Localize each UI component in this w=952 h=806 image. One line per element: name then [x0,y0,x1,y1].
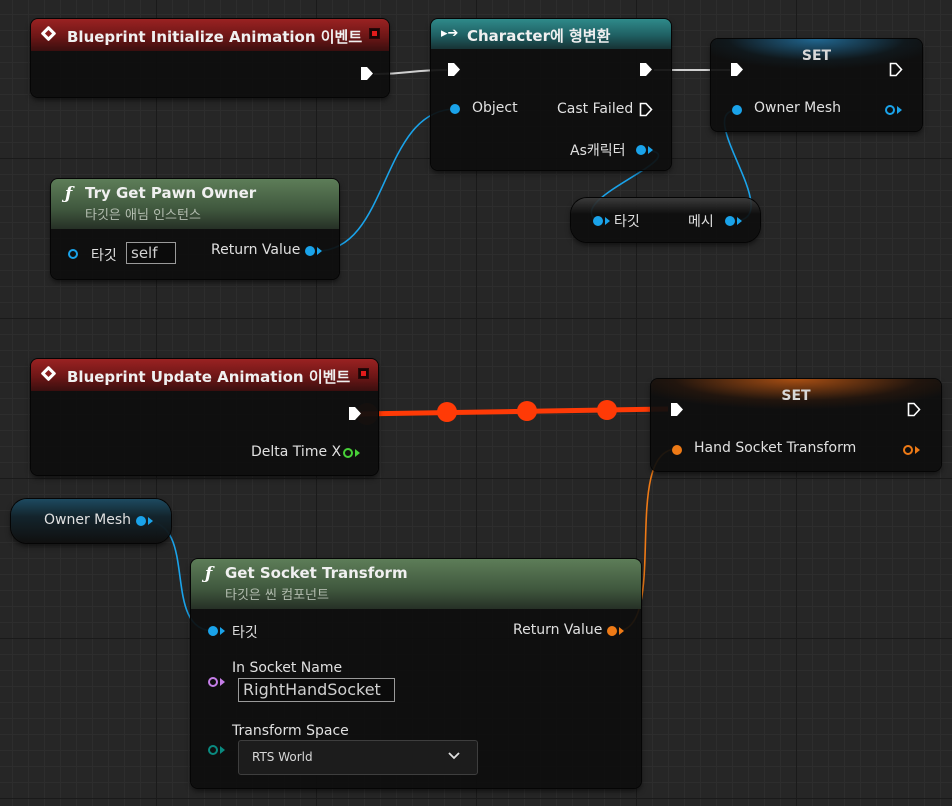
exec-pin-out[interactable] [348,406,362,421]
socket-name-label: In Socket Name [232,660,343,676]
exec-pulse [437,402,457,422]
exec-pin-out[interactable] [889,62,903,77]
transform-space-pin[interactable] [208,745,218,755]
try-get-pawn-owner-node[interactable]: ƒ Try Get Pawn Owner 타깃은 애님 인스턴스 타깃 self… [51,179,339,279]
pin-arrow [317,247,322,255]
target-label: 타깃 [91,248,117,264]
exec-pin-in[interactable] [670,402,684,417]
transform-space-dropdown[interactable]: RTS World [238,740,478,775]
mesh-target-pin[interactable] [593,216,603,226]
owner-mesh-getter-pin[interactable] [136,516,146,526]
exec-pin-out[interactable] [360,66,374,81]
mesh-output-label: 메시 [688,214,714,230]
pin-arrow [220,746,225,754]
pin-arrow [220,627,225,635]
pin-arrow [897,106,902,114]
event-diamond-icon [40,365,57,382]
update-event-header[interactable]: Blueprint Update Animation 이벤트 [31,359,378,391]
set-header[interactable]: SET [651,379,941,413]
pin-arrow [605,217,610,225]
breakpoint-icon[interactable] [369,28,380,39]
init-event-header[interactable]: Blueprint Initialize Animation 이벤트 [31,19,389,51]
get-mesh-sheen [571,198,760,214]
get-socket-transform-node[interactable]: ƒ Get Socket Transform 타깃은 씬 컴포넌트 타깃 Ret… [191,559,641,788]
exec-pulse [597,400,617,420]
socket-target-label: 타깃 [232,625,258,641]
pin-arrow [915,446,920,454]
exec-pin-in[interactable] [447,62,461,77]
exec-pin-out[interactable] [907,402,921,417]
event-diamond-icon [40,25,57,42]
pin-arrow [355,449,360,457]
target-pin[interactable] [68,249,78,259]
function-f-icon: ƒ [205,564,213,584]
hand-socket-pin-label: Hand Socket Transform [694,440,857,456]
get-socket-header[interactable]: ƒ Get Socket Transform 타깃은 씬 컴포넌트 [191,559,641,609]
exec-pin-out[interactable] [639,62,653,77]
set-hand-socket-node[interactable]: SET Hand Socket Transform [651,379,941,471]
get-mesh-node[interactable]: 타깃 메시 [571,198,760,242]
owner-mesh-pin-label: Owner Mesh [754,100,842,116]
socket-return-pin[interactable] [607,626,617,636]
owner-mesh-out-pin[interactable] [885,105,895,115]
chevron-down-icon [447,749,461,766]
pin-arrow [220,678,225,686]
cast-to-character-node[interactable]: ▸➔ Character에 형변환 Object Cast Failed As캐… [431,19,671,170]
update-event-title: Blueprint Update Animation 이벤트 [67,368,351,386]
object-pin-label: Object [472,100,518,116]
pin-arrow [148,517,153,525]
as-character-label: As캐릭터 [570,143,626,159]
socket-return-label: Return Value [513,622,603,638]
get-socket-title: Get Socket Transform [225,564,408,582]
get-socket-subtitle: 타깃은 씬 컴포넌트 [225,588,329,603]
cast-title: Character에 형변환 [467,27,611,45]
hand-socket-out-pin[interactable] [903,445,913,455]
pin-arrow [737,217,742,225]
owner-mesh-getter-node[interactable]: Owner Mesh [11,499,171,543]
breakpoint-icon[interactable] [358,368,369,379]
set-title: SET [801,48,832,64]
socket-name-pin[interactable] [208,677,218,687]
return-value-label: Return Value [211,242,301,258]
cast-header[interactable]: ▸➔ Character에 형변환 [431,19,671,49]
try-get-pawn-header[interactable]: ƒ Try Get Pawn Owner 타깃은 애님 인스턴스 [51,179,339,229]
object-pin[interactable] [450,104,460,114]
set-title: SET [781,388,811,404]
return-value-pin[interactable] [305,246,315,256]
socket-target-pin[interactable] [208,626,218,636]
mesh-output-pin[interactable] [725,216,735,226]
cast-failed-exec-pin[interactable] [639,102,653,117]
try-get-pawn-subtitle: 타깃은 애님 인스턴스 [85,208,201,223]
transform-space-label: Transform Space [232,723,349,739]
exec-pulse [517,401,537,421]
transform-space-value: RTS World [252,750,313,764]
as-character-pin[interactable] [636,145,646,155]
pin-arrow [619,627,624,635]
pin-arrow [648,146,653,154]
exec-pin-in[interactable] [730,62,744,77]
try-get-pawn-title: Try Get Pawn Owner [85,184,257,202]
cast-arrow-icon: ▸➔ [441,26,459,41]
target-self-field[interactable]: self [126,242,176,264]
socket-name-field[interactable]: RightHandSocket [238,678,395,702]
function-f-icon: ƒ [65,184,73,204]
init-event-title: Blueprint Initialize Animation 이벤트 [67,28,363,46]
hand-socket-in-pin[interactable] [672,445,682,455]
delta-time-label: Delta Time X [251,444,342,460]
owner-mesh-in-pin[interactable] [732,105,742,115]
delta-time-pin[interactable] [343,448,353,458]
owner-mesh-getter-label: Owner Mesh [44,512,132,528]
active-exec-wire [359,406,669,417]
cast-failed-label: Cast Failed [557,101,634,117]
update-animation-event-node[interactable]: Blueprint Update Animation 이벤트 Delta Tim… [31,359,378,475]
init-animation-event-node[interactable]: Blueprint Initialize Animation 이벤트 [31,19,389,97]
mesh-target-label: 타깃 [614,214,640,230]
set-owner-mesh-node[interactable]: SET Owner Mesh [711,39,922,131]
